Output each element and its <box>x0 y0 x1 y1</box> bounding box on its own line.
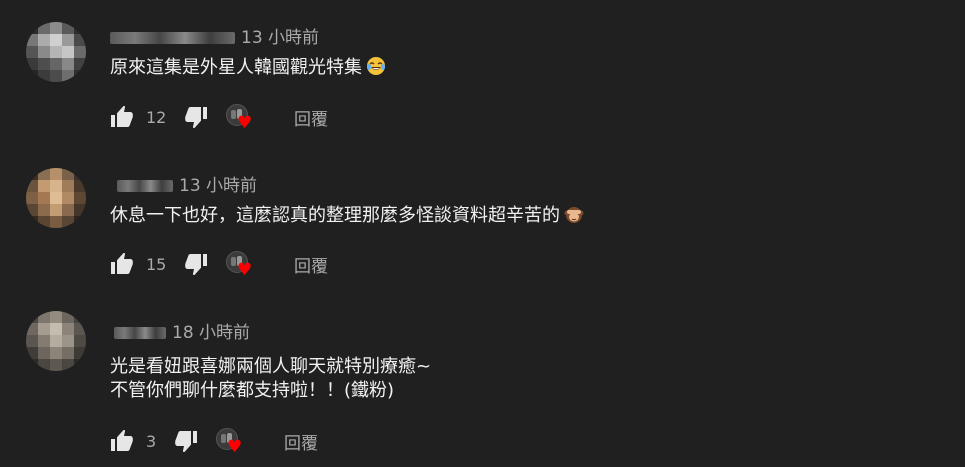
comment-actions: 12 ♥ 回覆 <box>110 104 328 133</box>
author-name-blurred[interactable] <box>110 32 235 44</box>
heart-icon: ♥ <box>237 113 253 133</box>
timestamp[interactable]: 18 小時前 <box>172 323 250 343</box>
thumbs-up-icon[interactable] <box>110 106 134 128</box>
avatar[interactable] <box>26 168 86 228</box>
creator-heart: ♥ <box>226 251 253 280</box>
like-count: 12 <box>146 107 167 127</box>
like-count: 3 <box>146 431 157 451</box>
reply-button[interactable]: 回覆 <box>294 105 328 130</box>
comment-line: 不管你們聊什麼都支持啦！！(鐵粉) <box>110 380 395 401</box>
timestamp[interactable]: 13 小時前 <box>179 176 257 196</box>
heart-icon: ♥ <box>227 437 243 457</box>
comment-line: 原來這集是外星人韓國觀光特集 <box>110 57 362 78</box>
author-name-blurred[interactable] <box>114 327 166 339</box>
avatar[interactable] <box>26 22 86 82</box>
reply-button[interactable]: 回覆 <box>294 252 328 277</box>
see-no-evil-monkey-emoji-icon <box>564 207 584 223</box>
comment-actions: 15 ♥ 回覆 <box>110 251 328 280</box>
thumbs-up-icon[interactable] <box>110 253 134 275</box>
heart-icon: ♥ <box>237 260 253 280</box>
comment-header: 18 小時前 <box>114 318 250 343</box>
thumbs-down-icon[interactable] <box>174 430 198 452</box>
comment-text: 光是看妞跟喜娜兩個人聊天就特別療癒~ 不管你們聊什麼都支持啦！！(鐵粉) <box>110 355 431 403</box>
creator-heart: ♥ <box>226 104 253 133</box>
comment-text: 休息一下也好，這麼認真的整理那麼多怪談資料超辛苦的 <box>110 204 584 228</box>
thumbs-up-icon[interactable] <box>110 430 134 452</box>
comment-line: 休息一下也好，這麼認真的整理那麼多怪談資料超辛苦的 <box>110 205 560 226</box>
thumbs-down-icon[interactable] <box>184 106 208 128</box>
like-count: 15 <box>146 254 167 274</box>
comment-header: 13 小時前 <box>117 171 257 196</box>
avatar[interactable] <box>26 311 86 371</box>
comment-line: 光是看妞跟喜娜兩個人聊天就特別療癒~ <box>110 356 432 377</box>
comment-header: 13 小時前 <box>110 23 319 48</box>
reply-button[interactable]: 回覆 <box>284 429 318 454</box>
thumbs-down-icon[interactable] <box>184 253 208 275</box>
timestamp[interactable]: 13 小時前 <box>241 28 319 48</box>
laughing-with-tears-emoji-icon <box>367 57 385 75</box>
author-name-blurred[interactable] <box>117 180 173 192</box>
comment-actions: 3 ♥ 回覆 <box>110 428 318 457</box>
comment-text: 原來這集是外星人韓國觀光特集 <box>110 56 386 80</box>
creator-heart: ♥ <box>216 428 243 457</box>
